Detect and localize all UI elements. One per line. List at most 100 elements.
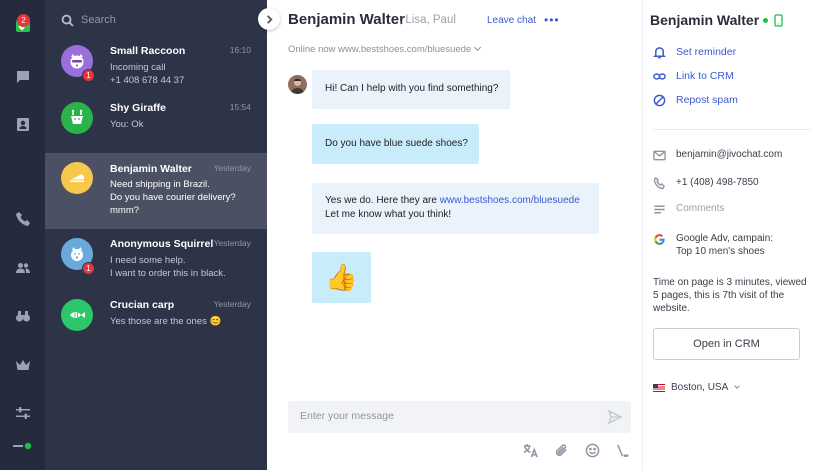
leave-chat-link[interactable]: Leave chat (487, 15, 536, 26)
preview-line: I want to order this in black. (110, 268, 226, 279)
chat-item-crucian-carp[interactable]: Crucian carp Yesterday Yes those are the… (45, 292, 267, 368)
message-bubble-visitor-emoji: 👍 (312, 252, 371, 303)
chat-name: Anonymous Squirrel (110, 238, 214, 250)
avatar-giraffe (61, 102, 93, 134)
phone-icon (653, 177, 666, 190)
mobile-device-icon (774, 14, 783, 27)
comments-placeholder: Comments (676, 203, 725, 214)
set-reminder-action[interactable]: Set reminder (653, 44, 736, 60)
unread-badge: 2 (17, 14, 30, 27)
icon-rail: 2 (0, 0, 45, 470)
message-text: Hi! Can I help with you find something? (325, 83, 499, 94)
chat-time: Yesterday (213, 163, 252, 173)
participants-list: , Lisa, Paul (399, 14, 456, 26)
chat-time: 15:54 (229, 102, 251, 112)
phone-icon[interactable] (4, 205, 41, 233)
message-text: Yes we do. Here they are (325, 195, 440, 206)
message-bubble-agent: Hi! Can I help with you find something? (312, 70, 510, 109)
comments-icon (654, 205, 665, 214)
translate-icon[interactable] (522, 442, 538, 458)
source-line: Top 10 men's shoes (676, 246, 765, 257)
action-label: Repost spam (676, 94, 738, 106)
canned-responses-icon[interactable] (614, 442, 630, 458)
chat-unread-badge: 1 (82, 69, 95, 82)
chevron-right-icon (266, 14, 273, 24)
message-bubble-visitor: Do you have blue suede shoes? (312, 124, 479, 164)
visitors-icon[interactable] (4, 111, 41, 139)
chat-unread-badge: 1 (82, 262, 95, 275)
squirrel-icon (71, 247, 83, 261)
chat-name: Benjamin Walter (110, 163, 192, 175)
chat-preview: I need some help. I want to order this i… (110, 254, 255, 280)
chat-preview: Incoming call +1 408 678 44 37 (110, 61, 255, 87)
chevron-down-icon (734, 382, 741, 389)
block-icon (653, 94, 666, 106)
preview-line: You: Ok (110, 119, 144, 130)
traffic-source-text: Google Adv, campain: Top 10 men's shoes (676, 232, 773, 258)
open-in-crm-button[interactable]: Open in CRM (653, 328, 800, 360)
visitor-info-panel: Benjamin Walter Set reminder Link to CRM… (643, 0, 819, 470)
search-input[interactable] (81, 14, 251, 26)
binoculars-icon[interactable] (4, 302, 41, 330)
link-crm-action[interactable]: Link to CRM (653, 68, 734, 84)
bell-icon (653, 46, 666, 58)
avatar-carp (61, 299, 93, 331)
visitor-status-text: Online now www.bestshoes.com/bluesuede (288, 44, 472, 55)
preview-line: I need some help. (110, 255, 186, 266)
comments-row[interactable]: Comments (653, 202, 724, 216)
emoji-icon[interactable] (584, 442, 600, 458)
message-bubble-agent: Yes we do. Here they are www.bestshoes.c… (312, 183, 599, 234)
avatar-benjamin (61, 162, 93, 194)
preview-line: Do you have courier delivery? (110, 192, 236, 203)
us-flag-icon (653, 383, 665, 392)
report-spam-action[interactable]: Repost spam (653, 92, 738, 108)
divider (653, 129, 811, 130)
visitor-status-dropdown[interactable]: Online now www.bestshoes.com/bluesuede (288, 43, 482, 55)
send-icon[interactable] (607, 409, 623, 425)
team-icon[interactable] (4, 254, 41, 282)
message-link[interactable]: www.bestshoes.com/bluesuede (440, 195, 580, 206)
chat-time: Yesterday (213, 238, 252, 248)
message-composer (288, 401, 631, 433)
thumbs-up-emoji: 👍 (325, 262, 358, 292)
agent-avatar (288, 75, 307, 94)
chevron-down-icon (474, 43, 482, 52)
search-icon (61, 14, 74, 27)
chat-time: 16:10 (229, 45, 251, 55)
cheese-icon (70, 174, 84, 182)
email-row[interactable]: benjamin@jivochat.com (653, 148, 782, 162)
phone-row[interactable]: +1 (408) 498-7850 (653, 176, 759, 190)
google-icon (654, 234, 665, 245)
messages-icon[interactable] (4, 63, 41, 91)
attach-icon[interactable] (553, 442, 569, 458)
visitor-name: Benjamin Walter (650, 12, 760, 28)
phone-value: +1 (408) 498-7850 (676, 177, 759, 188)
preview-line: Yes those are the ones 😊 (110, 316, 222, 327)
collapse-list-button[interactable] (258, 8, 280, 30)
email-value: benjamin@jivochat.com (676, 149, 783, 160)
location-dropdown[interactable]: Boston, USA (653, 382, 741, 393)
chat-preview: You: Ok (110, 118, 255, 131)
conversation-title: Benjamin Walter (288, 11, 405, 28)
link-icon (653, 72, 666, 80)
status-toggle-icon[interactable] (4, 432, 41, 460)
crown-icon[interactable] (4, 351, 41, 379)
online-status-dot (763, 18, 768, 23)
chat-name: Small Raccoon (110, 45, 186, 57)
chat-time: Yesterday (213, 299, 252, 309)
email-icon (653, 150, 666, 161)
chat-item-benjamin-walter[interactable]: Benjamin Walter Yesterday Need shipping … (45, 153, 267, 229)
more-options-button[interactable]: ••• (544, 13, 560, 27)
message-text: Do you have blue suede shoes? (325, 138, 468, 149)
settings-sliders-icon[interactable] (4, 399, 41, 427)
fish-icon (70, 312, 85, 318)
search-bar (45, 0, 267, 40)
action-label: Set reminder (676, 46, 737, 58)
chat-preview: Yes those are the ones 😊 (110, 315, 255, 328)
message-input[interactable] (300, 410, 590, 422)
source-line: Google Adv, campain: (676, 233, 774, 244)
chat-name: Shy Giraffe (110, 102, 167, 114)
conversation-panel: Benjamin Walter , Lisa, Paul Leave chat … (258, 0, 643, 470)
action-label: Link to CRM (676, 70, 734, 82)
chat-list: 1 Small Raccoon 16:10 Incoming call +1 4… (45, 0, 267, 470)
